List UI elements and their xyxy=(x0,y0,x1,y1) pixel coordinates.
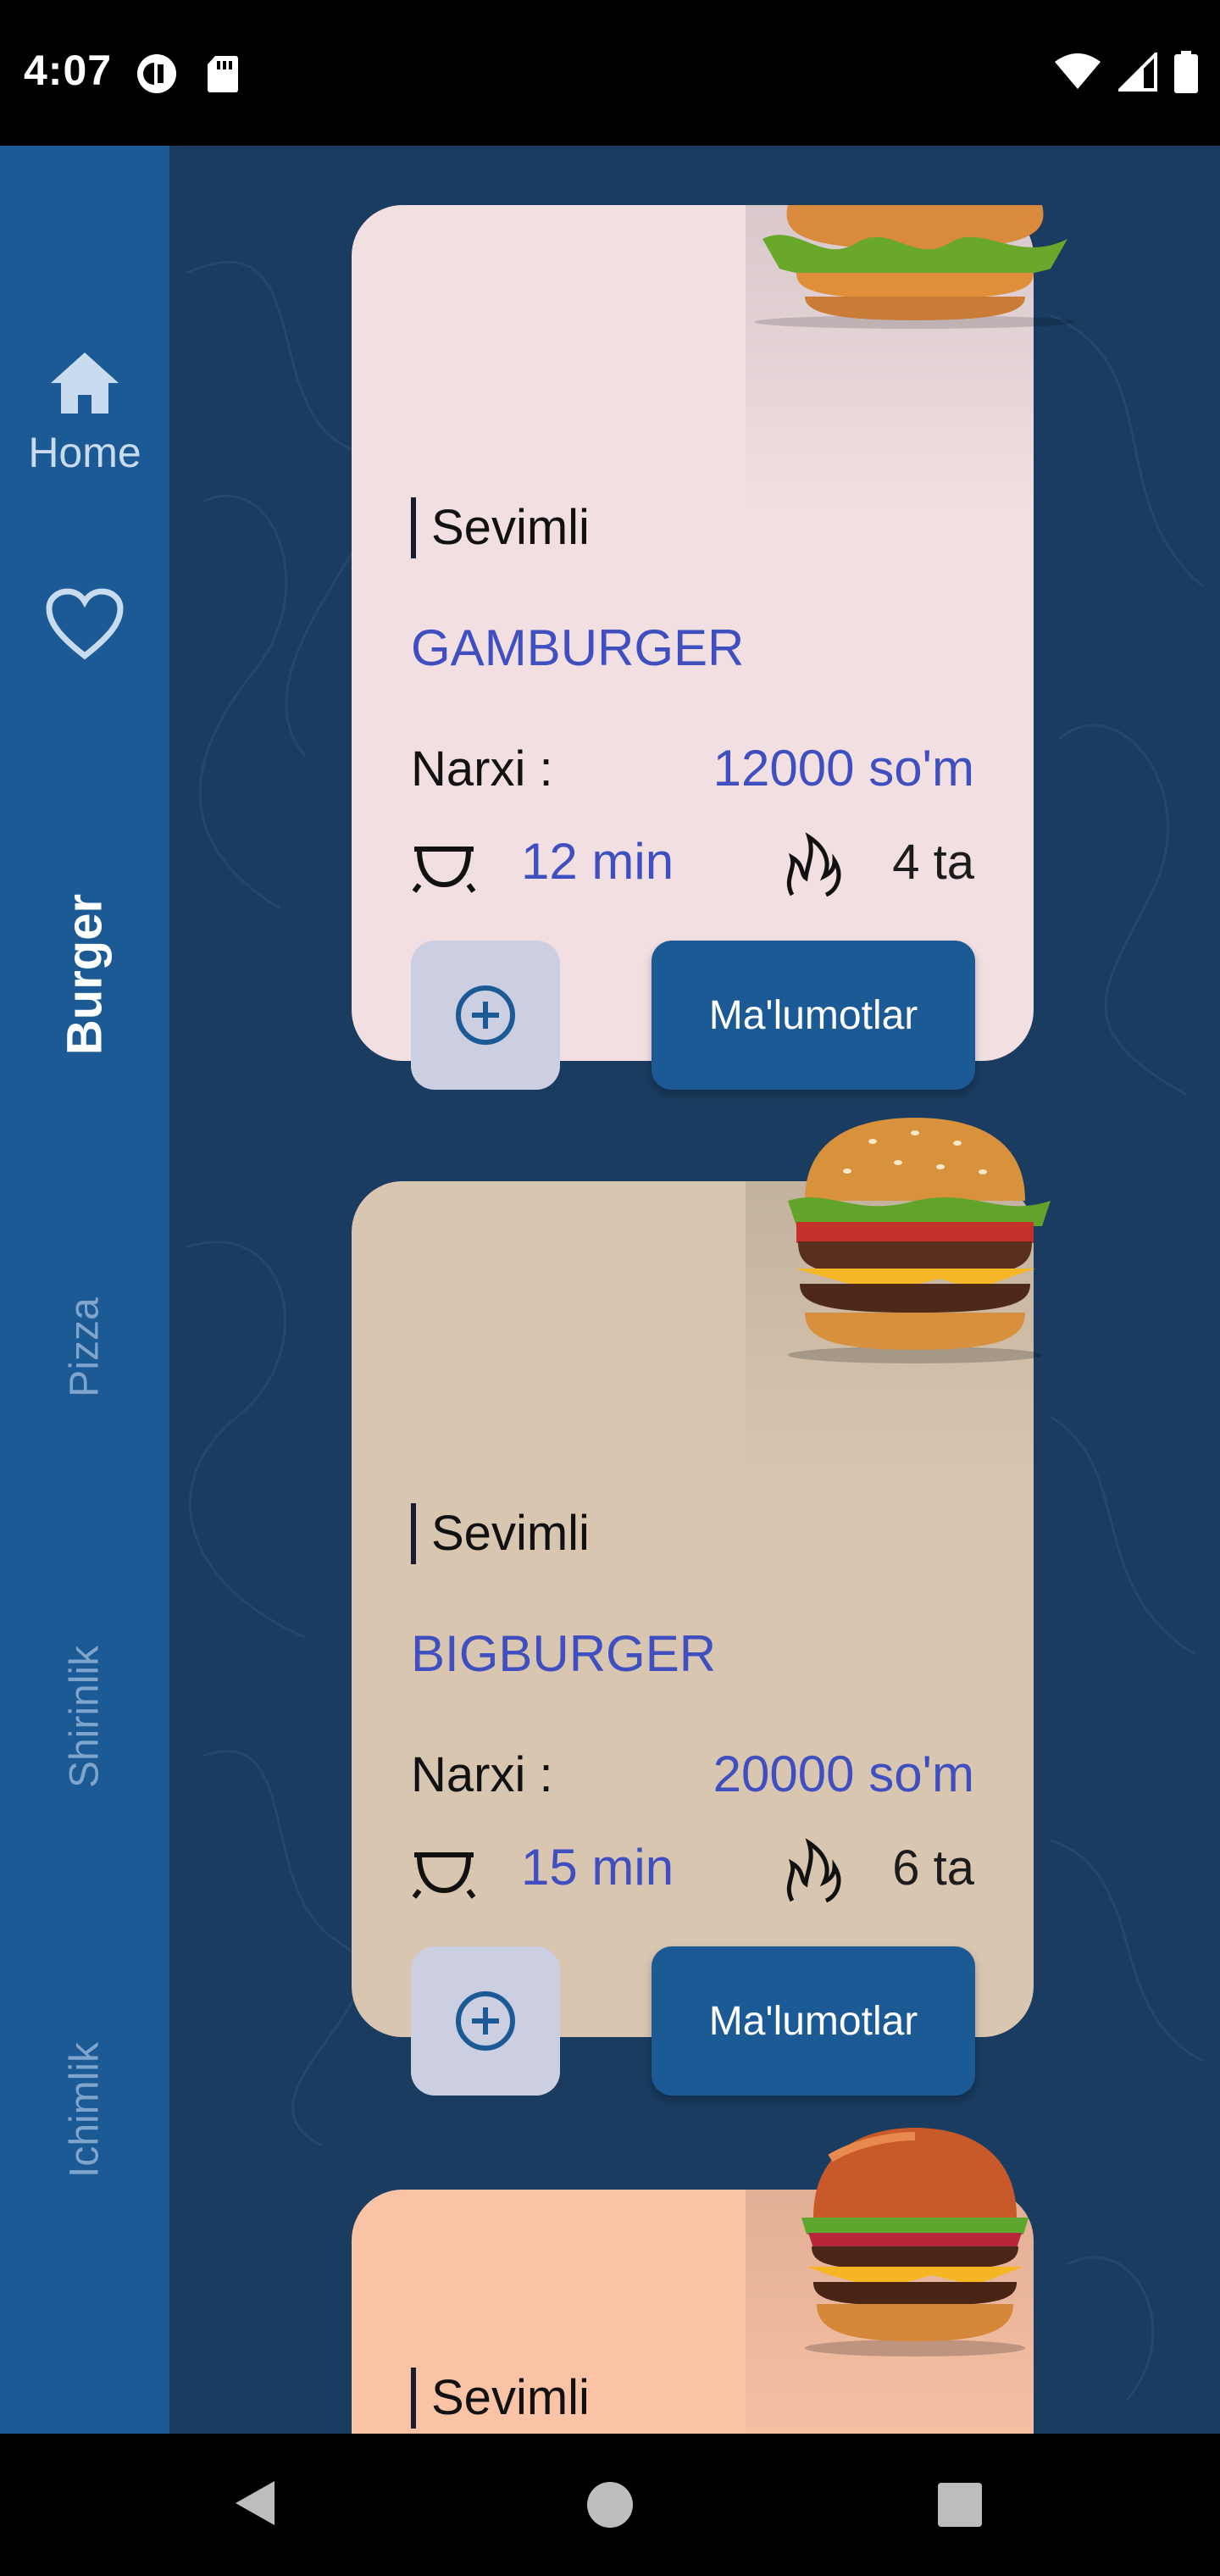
app-notification-icon xyxy=(137,54,176,93)
cooking-time-icon xyxy=(412,847,476,893)
add-to-cart-button[interactable] xyxy=(411,1946,560,2096)
sidebar: Home Burger Pizza Shirinlik Ichimlik xyxy=(0,146,169,2434)
cooking-time-icon xyxy=(412,1852,476,1899)
nav-home-label: Home xyxy=(28,429,141,476)
favorite-label: Sevimli xyxy=(411,1503,590,1564)
details-button[interactable]: Ma'lumotlar xyxy=(652,941,975,1090)
price-value: 20000 so'm xyxy=(713,1746,974,1802)
favorite-label: Sevimli xyxy=(411,2368,590,2429)
burger-image xyxy=(754,205,1076,329)
cooking-time: 12 min xyxy=(521,833,674,890)
cooking-time: 15 min xyxy=(521,1839,674,1896)
app-screen: Home Burger Pizza Shirinlik Ichimlik Sev… xyxy=(0,146,1220,2434)
system-navigation-bar xyxy=(0,2434,1220,2576)
status-time: 4:07 xyxy=(24,47,113,94)
plus-circle-icon xyxy=(456,1991,515,2051)
fire-icon xyxy=(786,832,841,897)
home-button-icon[interactable] xyxy=(587,2482,633,2528)
status-bar: 4:07 xyxy=(0,0,1220,146)
favorite-label: Sevimli xyxy=(411,497,590,558)
burger-image xyxy=(801,2128,1029,2357)
plus-circle-icon xyxy=(456,985,515,1045)
product-card[interactable]: Sevimli GAMBURGER Narxi : 12000 so'm 12 … xyxy=(352,205,1034,1090)
wifi-icon xyxy=(1055,53,1101,89)
item-count: 4 ta xyxy=(892,835,974,890)
category-tab-burger[interactable]: Burger xyxy=(57,894,114,1055)
price-value: 12000 so'm xyxy=(713,740,974,797)
battery-icon xyxy=(1174,51,1198,93)
nav-home[interactable]: Home xyxy=(0,349,169,477)
sd-card-icon xyxy=(208,56,238,92)
add-to-cart-button[interactable] xyxy=(411,941,560,1090)
price-label: Narxi : xyxy=(411,1747,553,1802)
signal-icon xyxy=(1118,53,1157,92)
product-title: GAMBURGER xyxy=(411,619,745,676)
favorites-heart-icon[interactable] xyxy=(44,586,125,663)
item-count: 6 ta xyxy=(892,1840,974,1896)
recent-apps-icon[interactable] xyxy=(938,2483,982,2527)
product-title: BIGBURGER xyxy=(411,1625,717,1682)
category-tab-pizza[interactable]: Pizza xyxy=(62,1297,108,1396)
category-tab-shirinlik[interactable]: Shirinlik xyxy=(62,1646,108,1788)
burger-image xyxy=(788,1118,1051,1363)
home-icon xyxy=(51,353,119,414)
fire-icon xyxy=(786,1838,841,1902)
price-label: Narxi : xyxy=(411,741,553,797)
category-tab-ichimlik[interactable]: Ichimlik xyxy=(62,2042,108,2178)
details-button[interactable]: Ma'lumotlar xyxy=(652,1946,975,2096)
back-icon[interactable] xyxy=(230,2478,278,2529)
